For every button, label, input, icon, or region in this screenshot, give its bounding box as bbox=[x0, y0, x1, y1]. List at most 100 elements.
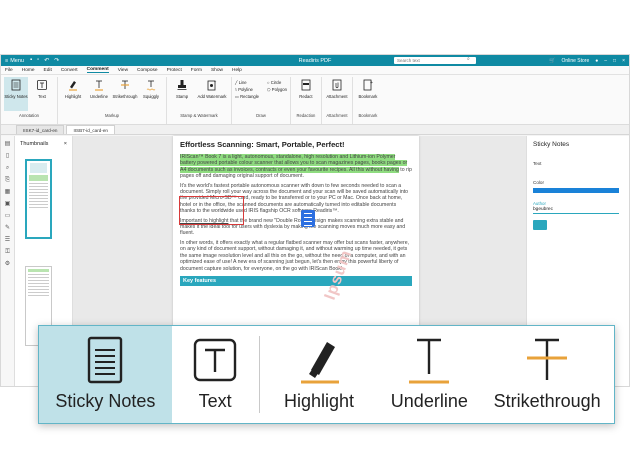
titlebar-right: 🛒 Online Store ● – □ × bbox=[549, 55, 625, 66]
online-store-link[interactable]: Online Store bbox=[561, 58, 589, 64]
group-annotation: Sticky Notes Text Annotation bbox=[1, 77, 58, 124]
menubar: File Home Edit Convert Comment View Compose Pro… bbox=[1, 66, 629, 75]
menu-item-protect[interactable]: Protect bbox=[167, 68, 182, 73]
underline-button[interactable]: Underline bbox=[87, 77, 111, 111]
group-markup: Highlight Underline Strikethrough Squigg… bbox=[58, 77, 167, 124]
quick-access: ▪ ▫ ↶ ↷ bbox=[30, 57, 59, 64]
text-button[interactable]: Text bbox=[30, 77, 54, 111]
strikethrough-button[interactable]: Strikethrough bbox=[113, 77, 137, 111]
security-icon[interactable]: ⚿ bbox=[4, 249, 11, 256]
maximize-icon[interactable]: □ bbox=[613, 58, 616, 64]
redact-icon bbox=[301, 79, 311, 91]
thumbnail-page-1[interactable] bbox=[25, 159, 52, 239]
fields-icon[interactable]: ▣ bbox=[4, 201, 11, 208]
thumbnails-title: Thumbnails bbox=[20, 141, 49, 147]
rectangle-annotation[interactable] bbox=[179, 196, 244, 225]
sticky-note-annotation-icon[interactable] bbox=[301, 210, 315, 227]
highlight-button[interactable]: Highlight bbox=[61, 77, 85, 111]
polygon-tool[interactable]: ⬠ Polygon bbox=[267, 87, 287, 92]
zoom-strikethrough-button[interactable]: Strikethrough bbox=[480, 326, 614, 423]
menu-item-help[interactable]: Help bbox=[232, 68, 242, 73]
group-draw: ╱ Line ⌇ Polyline ▭ Rectangle ○ Circle ⬠… bbox=[232, 77, 291, 124]
folder-icon[interactable]: ▫ bbox=[37, 57, 39, 64]
bookmark-button[interactable]: + Bookmark bbox=[356, 77, 380, 111]
tab-document-1[interactable]: IISK7-id_card-en bbox=[16, 125, 65, 134]
settings-icon[interactable]: ⚙ bbox=[4, 261, 11, 268]
user-icon[interactable]: ● bbox=[595, 58, 598, 64]
menu-button[interactable]: ≡ Menu bbox=[5, 58, 24, 64]
minimize-icon[interactable]: – bbox=[604, 58, 607, 64]
zoom-sticky-note-icon bbox=[88, 336, 123, 384]
left-toolstrip: ▤ ▯ ⌕ ⎘ ▦ ▣ ▭ ✎ ☰ ⚿ ⚙ bbox=[1, 136, 15, 386]
bookmark-icon: + bbox=[363, 79, 373, 91]
zoom-underline-button[interactable]: Underline bbox=[378, 326, 480, 423]
tab-document-2[interactable]: IISB7-id_card-en bbox=[66, 125, 115, 134]
titlebar: ≡ Menu ▪ ▫ ↶ ↷ Readiris PDF ⌕ 🛒 Online S… bbox=[1, 55, 629, 66]
attachment-icon bbox=[332, 79, 342, 91]
zoom-highlight-button[interactable]: Highlight bbox=[260, 326, 379, 423]
close-icon[interactable]: × bbox=[622, 58, 625, 64]
search-input[interactable] bbox=[394, 57, 476, 64]
circle-tool[interactable]: ○ Circle bbox=[267, 80, 287, 85]
underline-icon bbox=[95, 80, 103, 91]
zoom-sticky-notes-button[interactable]: Sticky Notes bbox=[39, 326, 172, 423]
add-watermark-button[interactable]: + Add Watermark bbox=[196, 77, 228, 111]
menu-item-convert[interactable]: Convert bbox=[61, 68, 78, 73]
comments-icon[interactable]: ▭ bbox=[4, 213, 11, 220]
menu-item-form[interactable]: Form bbox=[191, 68, 202, 73]
menu-item-show[interactable]: Show bbox=[211, 68, 223, 73]
group-bookmark: + Bookmark Bookmark bbox=[353, 77, 383, 124]
zoom-highlighter-icon bbox=[301, 342, 339, 384]
squiggly-button[interactable]: Squiggly bbox=[139, 77, 163, 111]
author-field[interactable]: bgeubrec bbox=[533, 206, 619, 214]
sticky-notes-button[interactable]: Sticky Notes bbox=[4, 77, 28, 111]
redact-button[interactable]: Redact bbox=[294, 77, 318, 111]
stamp-button[interactable]: Stamp bbox=[170, 77, 194, 111]
search-icon[interactable]: ⌕ bbox=[467, 56, 470, 62]
zoom-text-box-icon bbox=[193, 338, 237, 382]
document-tabs: IISK7-id_card-en IISB7-id_card-en bbox=[1, 125, 629, 135]
cart-icon[interactable]: 🛒 bbox=[549, 58, 555, 64]
bookmarks-icon[interactable]: ▯ bbox=[4, 153, 11, 160]
layers-icon[interactable]: ▦ bbox=[4, 189, 11, 196]
close-panel-icon[interactable]: × bbox=[64, 141, 67, 147]
thumbnails-icon[interactable]: ▤ bbox=[4, 141, 11, 148]
attachment-button[interactable]: Attachment bbox=[325, 77, 349, 111]
document-title: Effortless Scanning: Smart, Portable, Pe… bbox=[180, 140, 345, 149]
highlighted-text[interactable]: IRIScan™ Book 7 is a light, autonomous, … bbox=[180, 154, 408, 173]
undo-icon[interactable]: ↶ bbox=[44, 57, 49, 64]
menu-item-file[interactable]: File bbox=[5, 68, 13, 73]
svg-text:+: + bbox=[214, 79, 217, 84]
search-panel-icon[interactable]: ⌕ bbox=[4, 165, 11, 172]
properties-icon[interactable]: ☰ bbox=[4, 237, 11, 244]
zoomed-toolbar-callout: Sticky Notes Text Highlight Underline St… bbox=[38, 325, 615, 424]
attachments-icon[interactable]: ⎘ bbox=[4, 177, 11, 184]
strikethrough-icon bbox=[121, 80, 129, 89]
squiggly-icon bbox=[146, 80, 156, 91]
stamp-icon bbox=[177, 80, 187, 90]
ribbon: Sticky Notes Text Annotation Highlight U… bbox=[1, 75, 629, 125]
zoom-text-button[interactable]: Text bbox=[172, 326, 259, 423]
svg-text:+: + bbox=[370, 80, 373, 86]
redo-icon[interactable]: ↷ bbox=[54, 57, 59, 64]
key-features-heading: Key features bbox=[180, 275, 412, 286]
zoom-strikethrough-icon bbox=[527, 338, 568, 380]
signatures-icon[interactable]: ✎ bbox=[4, 225, 11, 232]
highlighter-icon bbox=[69, 81, 77, 91]
color-picker[interactable] bbox=[533, 188, 619, 193]
menu-item-compose[interactable]: Compose bbox=[137, 68, 158, 73]
watermark-icon: + bbox=[207, 79, 217, 91]
group-attachment: Attachment Attachment bbox=[322, 77, 353, 124]
menu-item-edit[interactable]: Edit bbox=[44, 68, 52, 73]
rectangle-tool[interactable]: ▭ Rectangle bbox=[235, 94, 259, 99]
window-title: Readiris PDF bbox=[298, 57, 332, 64]
line-tool[interactable]: ╱ Line bbox=[235, 80, 259, 85]
color-label: Color bbox=[533, 180, 544, 185]
panel-title: Sticky Notes bbox=[533, 141, 570, 148]
menu-item-comment[interactable]: Comment bbox=[86, 67, 109, 73]
save-icon[interactable]: ▪ bbox=[30, 57, 32, 64]
polyline-tool[interactable]: ⌇ Polyline bbox=[235, 87, 259, 92]
menu-item-view[interactable]: View bbox=[118, 68, 128, 73]
menu-item-home[interactable]: Home bbox=[22, 68, 35, 73]
note-style-button[interactable] bbox=[533, 220, 547, 230]
